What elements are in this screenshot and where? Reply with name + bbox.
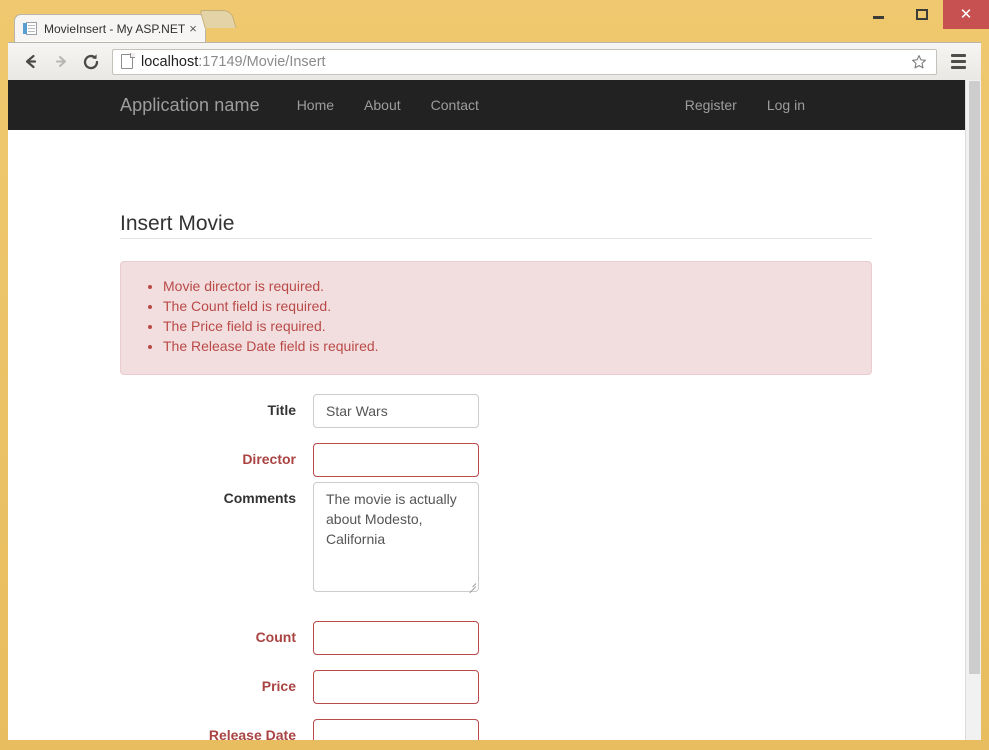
site-navbar: Application name Home About Contact Regi… — [8, 80, 965, 130]
nav-link-register[interactable]: Register — [670, 97, 752, 113]
hamburger-line — [950, 60, 966, 63]
nav-link-contact[interactable]: Contact — [416, 97, 494, 113]
navbar-auth-links: Register Log in — [670, 97, 820, 113]
reload-button[interactable] — [76, 47, 106, 77]
validation-error-item: Movie director is required. — [163, 276, 871, 296]
page-favicon-icon — [23, 21, 38, 36]
window-titlebar: MovieInsert - My ASP.NET × ✕ — [0, 0, 989, 42]
label-price: Price — [261, 678, 296, 694]
label-director: Director — [242, 451, 296, 467]
new-tab-button[interactable] — [199, 10, 237, 28]
url-path: :17149/Movie/Insert — [198, 53, 326, 70]
nav-link-login[interactable]: Log in — [752, 97, 820, 113]
input-price[interactable] — [313, 670, 479, 704]
browser-tab[interactable]: MovieInsert - My ASP.NET × — [14, 14, 206, 42]
forward-arrow-icon — [55, 56, 66, 67]
label-release-date: Release Date — [208, 727, 296, 740]
input-comments[interactable] — [313, 482, 479, 592]
form-row-title: Title — [8, 394, 965, 428]
forward-button[interactable] — [46, 47, 76, 77]
page-viewport: Application name Home About Contact Regi… — [8, 80, 981, 740]
validation-summary: Movie director is required. The Count fi… — [120, 261, 872, 375]
page-content: Application name Home About Contact Regi… — [8, 80, 965, 740]
back-arrow-icon — [25, 54, 36, 69]
page-scrollbar[interactable] — [965, 80, 981, 740]
address-bar-url: localhost:17149/Movie/Insert — [141, 54, 908, 70]
hamburger-line — [950, 54, 966, 57]
browser-menu-button[interactable] — [943, 47, 973, 77]
back-button[interactable] — [16, 47, 46, 77]
label-title: Title — [267, 402, 296, 418]
page-title: Insert Movie — [120, 212, 235, 235]
close-icon: ✕ — [959, 5, 973, 23]
validation-error-item: The Release Date field is required. — [163, 336, 871, 356]
url-host: localhost — [141, 53, 199, 70]
input-count[interactable] — [313, 621, 479, 655]
hamburger-line — [950, 66, 966, 69]
navbar-brand[interactable]: Application name — [120, 95, 260, 116]
page-document-icon — [121, 53, 135, 69]
window-maximize-button[interactable] — [900, 0, 943, 29]
maximize-icon — [915, 9, 928, 20]
form-row-release-date: Release Date — [8, 719, 965, 740]
nav-link-about[interactable]: About — [349, 97, 416, 113]
validation-error-item: The Price field is required. — [163, 316, 871, 336]
form-row-comments: Comments — [8, 482, 965, 600]
validation-error-item: The Count field is required. — [163, 296, 871, 316]
minimize-icon — [873, 16, 884, 19]
browser-tab-title: MovieInsert - My ASP.NET — [44, 21, 185, 36]
validation-error-list: Movie director is required. The Count fi… — [121, 262, 871, 356]
input-title[interactable] — [313, 394, 479, 428]
window-close-button[interactable]: ✕ — [943, 0, 989, 29]
label-count: Count — [255, 629, 296, 645]
nav-link-home[interactable]: Home — [282, 97, 349, 113]
window-controls: ✕ — [857, 0, 989, 29]
address-bar[interactable]: localhost:17149/Movie/Insert — [112, 48, 937, 75]
window-minimize-button[interactable] — [857, 0, 900, 29]
page-scrollbar-thumb[interactable] — [969, 81, 980, 674]
input-release-date[interactable] — [313, 719, 479, 740]
input-director[interactable] — [313, 443, 479, 477]
tab-close-icon[interactable]: × — [185, 21, 201, 37]
bookmark-star-icon[interactable] — [908, 51, 930, 73]
reload-icon — [83, 53, 99, 69]
label-comments: Comments — [223, 490, 296, 506]
browser-toolbar: localhost:17149/Movie/Insert — [8, 42, 981, 80]
form-row-director: Director — [8, 443, 965, 477]
form-row-price: Price — [8, 670, 965, 704]
title-divider — [120, 238, 872, 239]
navbar-links: Home About Contact — [282, 97, 494, 113]
form-row-count: Count — [8, 621, 965, 655]
browser-window: MovieInsert - My ASP.NET × ✕ localhost:1… — [0, 0, 989, 750]
